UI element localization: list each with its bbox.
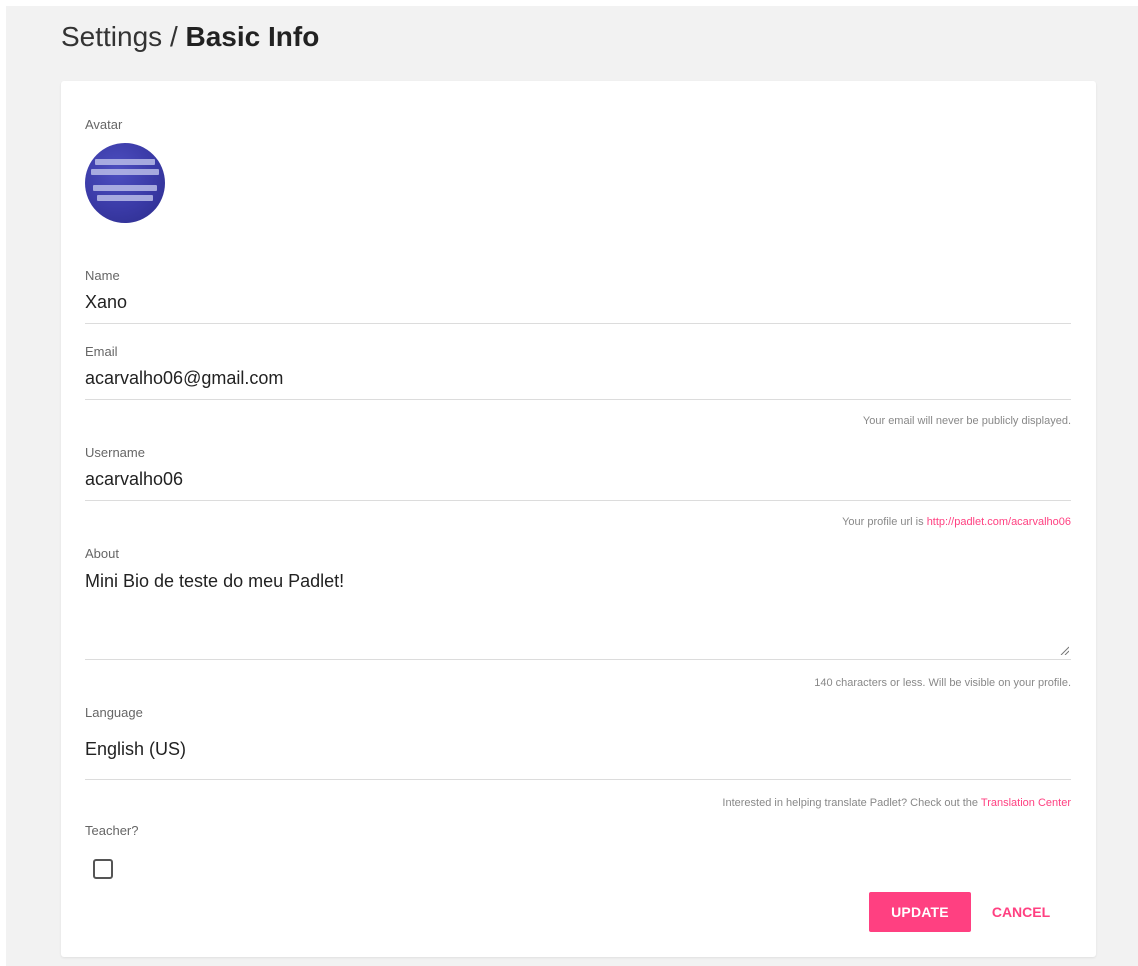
profile-url-prefix: Your profile url is [842, 516, 924, 528]
email-label: Email [85, 344, 118, 359]
email-field-underline [85, 399, 1071, 400]
avatar-pattern [93, 185, 157, 191]
teacher-label: Teacher? [85, 823, 139, 838]
cancel-button[interactable]: CANCEL [979, 892, 1063, 932]
translation-hint-prefix: Interested in helping translate Padlet? … [722, 797, 979, 809]
avatar-label: Avatar [85, 117, 123, 132]
about-field-underline [85, 659, 1071, 660]
avatar-pattern [91, 169, 159, 175]
avatar-pattern [97, 195, 153, 201]
name-field-underline [85, 323, 1071, 324]
language-select[interactable]: English (US) [85, 739, 186, 760]
basic-info-card: Avatar Name Xano Email acarvalho06@gmail… [61, 81, 1096, 957]
language-field-underline [85, 779, 1071, 780]
about-textarea[interactable]: Mini Bio de teste do meu Padlet! [85, 563, 1071, 659]
translation-center-link[interactable]: Translation Center [981, 797, 1071, 809]
about-label: About [85, 546, 119, 561]
about-text: Mini Bio de teste do meu Padlet! [85, 571, 345, 591]
avatar-pattern [95, 159, 155, 165]
settings-page: Settings / Basic Info Avatar Name Xano E… [6, 6, 1138, 966]
language-hint: Interested in helping translate Padlet? … [722, 797, 1071, 809]
username-field[interactable]: acarvalho06 [85, 469, 183, 490]
breadcrumb-separator: / [169, 21, 178, 52]
breadcrumb-current: Basic Info [185, 21, 320, 52]
name-label: Name [85, 268, 120, 283]
name-field[interactable]: Xano [85, 292, 127, 313]
about-hint: 140 characters or less. Will be visible … [814, 677, 1071, 689]
profile-url-link[interactable]: http://padlet.com/acarvalho06 [927, 516, 1071, 528]
language-label: Language [85, 705, 143, 720]
teacher-checkbox[interactable] [93, 859, 113, 879]
username-label: Username [85, 445, 145, 460]
username-field-underline [85, 500, 1071, 501]
update-button[interactable]: UPDATE [869, 892, 971, 932]
email-hint: Your email will never be publicly displa… [862, 415, 1071, 427]
avatar[interactable] [85, 143, 165, 223]
username-hint: Your profile url is http://padlet.com/ac… [842, 516, 1071, 528]
resize-handle-icon[interactable] [1059, 645, 1069, 655]
breadcrumb-settings[interactable]: Settings [61, 21, 162, 52]
email-field[interactable]: acarvalho06@gmail.com [85, 368, 283, 389]
breadcrumb: Settings / Basic Info [61, 20, 319, 54]
